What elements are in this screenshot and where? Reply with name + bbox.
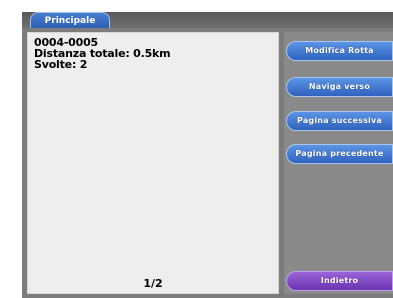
turns-count: Svolte: 2 (34, 58, 88, 71)
next-page-button[interactable]: Pagina successiva (286, 111, 393, 131)
page-indicator: 1/2 (143, 277, 163, 290)
navigate-to-button[interactable]: Naviga verso (286, 77, 393, 97)
previous-page-button[interactable]: Pagina precedente (286, 144, 393, 164)
edit-route-button[interactable]: Modifica Rotta (286, 41, 393, 61)
action-sidebar: Modifica Rotta Naviga verso Pagina succe… (284, 32, 393, 294)
tab-principale[interactable]: Principale (30, 12, 110, 28)
route-info-panel: 0004-0005 Distanza totale: 0.5km Svolte:… (27, 32, 279, 294)
back-button[interactable]: Indietro (286, 271, 393, 291)
device-screen: Principale 0004-0005 Distanza totale: 0.… (22, 12, 393, 298)
